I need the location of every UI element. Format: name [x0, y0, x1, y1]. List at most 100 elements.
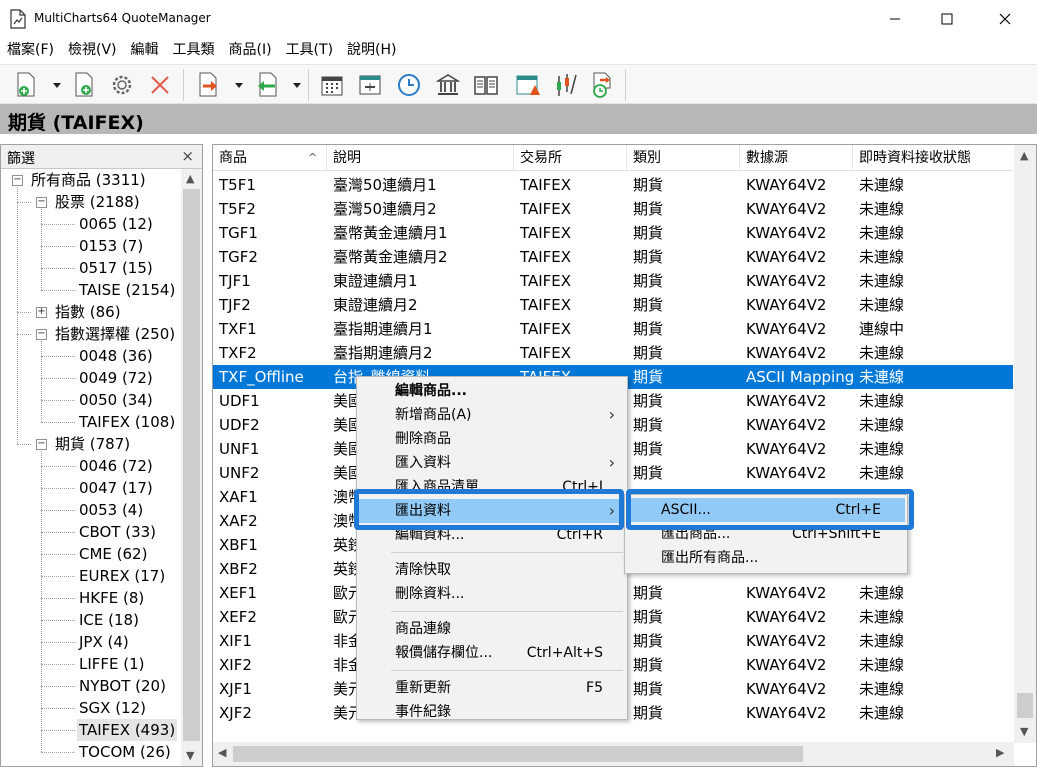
tree-item[interactable]: 0046 (72) [79, 455, 153, 477]
calendar-button[interactable] [317, 70, 347, 100]
context-menu-item[interactable]: 商品連線 [359, 617, 625, 641]
tree-item[interactable]: SGX (12) [79, 697, 146, 719]
tree-item[interactable]: 0053 (4) [79, 499, 143, 521]
scroll-right-icon[interactable]: ▶ [996, 746, 1004, 759]
table-cell: TAIFEX [520, 272, 572, 290]
tree-item[interactable]: NYBOT (20) [79, 675, 166, 697]
menu-tool-classes[interactable]: 工具類 [166, 38, 222, 62]
table-row[interactable]: TXF1 臺指期連續月1 TAIFEX 期貨 KWAY64V2 連線中 [213, 317, 1013, 341]
new-symbol-button[interactable] [12, 70, 42, 100]
scheduler-button[interactable] [588, 70, 618, 100]
menu-tools[interactable]: 工具(T) [279, 38, 340, 62]
table-row[interactable]: TXF2 臺指期連續月2 TAIFEX 期貨 KWAY64V2 未連線 [213, 341, 1013, 365]
menu-view[interactable]: 檢視(V) [61, 38, 124, 62]
tree-item[interactable]: TAIFEX (493) [77, 719, 178, 741]
tree-expand-toggle[interactable]: − [12, 175, 23, 186]
context-menu-item[interactable]: 編輯商品... [359, 379, 625, 403]
tree-item[interactable]: TAIFEX (108) [79, 411, 175, 433]
tree-item[interactable]: 0153 (7) [79, 235, 143, 257]
tree-item[interactable]: LIFFE (1) [79, 653, 145, 675]
new-symbol-dropdown[interactable] [50, 70, 64, 100]
col-header-description[interactable]: 說明 [327, 145, 514, 171]
tree-expand-toggle[interactable]: − [36, 197, 47, 208]
tree-item[interactable]: 所有商品 (3311) [31, 169, 146, 191]
grid-vertical-scrollbar[interactable]: ▲ ▼ [1014, 145, 1036, 743]
tree-item[interactable]: TAISE (2154) [79, 279, 175, 301]
menu-item-label: 事件紀錄 [395, 704, 451, 720]
col-header-category[interactable]: 類別 [627, 145, 740, 171]
tree-item[interactable]: 0065 (12) [79, 213, 153, 235]
scroll-up-icon[interactable]: ▲ [186, 172, 194, 185]
maximize-button[interactable] [924, 0, 970, 38]
tree-item[interactable]: 指數 (86) [55, 301, 121, 323]
grid-horizontal-thumb[interactable] [233, 746, 803, 762]
menu-separator [391, 552, 623, 553]
tree-item[interactable]: 0048 (36) [79, 345, 153, 367]
tree-scroll-thumb[interactable] [183, 189, 200, 741]
tree-item[interactable]: ICE (18) [79, 609, 139, 631]
tree-expand-toggle[interactable]: + [36, 307, 47, 318]
tree-item[interactable]: 期貨 (787) [55, 433, 130, 455]
tree-scrollbar[interactable]: ▲ ▼ [181, 169, 202, 766]
calendar-warning-button[interactable] [513, 70, 543, 100]
session-button[interactable] [355, 70, 385, 100]
book-button[interactable] [471, 70, 501, 100]
context-menu-item[interactable]: 新增商品(A) › [359, 403, 625, 427]
context-menu-item[interactable]: 重新更新 F5 [359, 676, 625, 700]
tree-item[interactable]: 0047 (17) [79, 477, 153, 499]
tree-item[interactable]: TOCOM (26) [79, 741, 171, 763]
grid-scroll-thumb[interactable] [1017, 693, 1033, 718]
col-header-exchange[interactable]: 交易所 [514, 145, 627, 171]
submenu-item[interactable]: 匯出所有商品... [627, 546, 905, 570]
tree-item[interactable]: JPX (4) [79, 631, 129, 653]
import-button[interactable] [252, 70, 282, 100]
context-menu-item[interactable]: 清除快取 [359, 558, 625, 582]
tree-item[interactable]: 0049 (72) [79, 367, 153, 389]
exchange-button[interactable] [433, 70, 463, 100]
tree-expand-toggle[interactable]: − [36, 329, 47, 340]
scroll-left-icon[interactable]: ◀ [218, 746, 226, 759]
tree-expand-toggle[interactable]: − [36, 439, 47, 450]
delete-button[interactable] [145, 70, 175, 100]
clock-button[interactable] [394, 70, 424, 100]
col-header-symbol[interactable]: 商品 ^ [213, 145, 327, 171]
tree-item[interactable]: CBOT (33) [79, 521, 156, 543]
table-row[interactable]: T5F1 臺灣50連續月1 TAIFEX 期貨 KWAY64V2 未連線 [213, 173, 1013, 197]
settings-button[interactable] [107, 70, 137, 100]
context-menu-item[interactable]: 事件紀錄 [359, 700, 625, 724]
tree-item[interactable]: HKFE (8) [79, 587, 144, 609]
tree-item[interactable]: 指數選擇權 (250) [55, 323, 175, 345]
menu-instruments[interactable]: 商品(I) [222, 38, 279, 62]
table-row[interactable]: TJF1 東證連續月1 TAIFEX 期貨 KWAY64V2 未連線 [213, 269, 1013, 293]
grid-horizontal-scrollbar[interactable]: ◀ ▶ [213, 742, 1014, 766]
table-row[interactable]: TJF2 東證連續月2 TAIFEX 期貨 KWAY64V2 未連線 [213, 293, 1013, 317]
menu-file[interactable]: 檔案(F) [0, 38, 61, 62]
tree-item[interactable]: 0050 (34) [79, 389, 153, 411]
tree-item[interactable]: 股票 (2188) [55, 191, 140, 213]
export-button[interactable] [194, 70, 224, 100]
minimize-button[interactable] [872, 0, 918, 38]
close-button[interactable] [982, 0, 1028, 38]
add-symbol-button[interactable] [70, 70, 100, 100]
scroll-down-icon[interactable]: ▼ [1020, 725, 1028, 738]
context-menu-item[interactable]: 刪除資料... [359, 582, 625, 606]
tree-item[interactable]: EUREX (17) [79, 565, 165, 587]
menu-help[interactable]: 說明(H) [340, 38, 403, 62]
scroll-up-icon[interactable]: ▲ [1020, 149, 1028, 162]
menu-edit[interactable]: 編輯 [124, 38, 166, 62]
context-menu-item[interactable]: 報價儲存欄位... Ctrl+Alt+S [359, 641, 625, 665]
context-menu-item[interactable]: 匯入資料 › [359, 451, 625, 475]
table-row[interactable]: TGF1 臺幣黃金連續月1 TAIFEX 期貨 KWAY64V2 未連線 [213, 221, 1013, 245]
export-dropdown[interactable] [232, 70, 246, 100]
context-menu-item[interactable]: 刪除商品 [359, 427, 625, 451]
import-dropdown[interactable] [290, 70, 304, 100]
data-edit-button[interactable] [550, 70, 580, 100]
tree-item[interactable]: CME (62) [79, 543, 147, 565]
col-header-realtime-status[interactable]: 即時資料接收狀態 [853, 145, 1013, 171]
scroll-down-icon[interactable]: ▼ [186, 749, 194, 762]
table-row[interactable]: TGF2 臺幣黃金連續月2 TAIFEX 期貨 KWAY64V2 未連線 [213, 245, 1013, 269]
col-header-datasource[interactable]: 數據源 [740, 145, 853, 171]
tree-item[interactable]: 0517 (15) [79, 257, 153, 279]
table-row[interactable]: T5F2 臺灣50連續月2 TAIFEX 期貨 KWAY64V2 未連線 [213, 197, 1013, 221]
filter-close-button[interactable]: × [181, 147, 194, 165]
